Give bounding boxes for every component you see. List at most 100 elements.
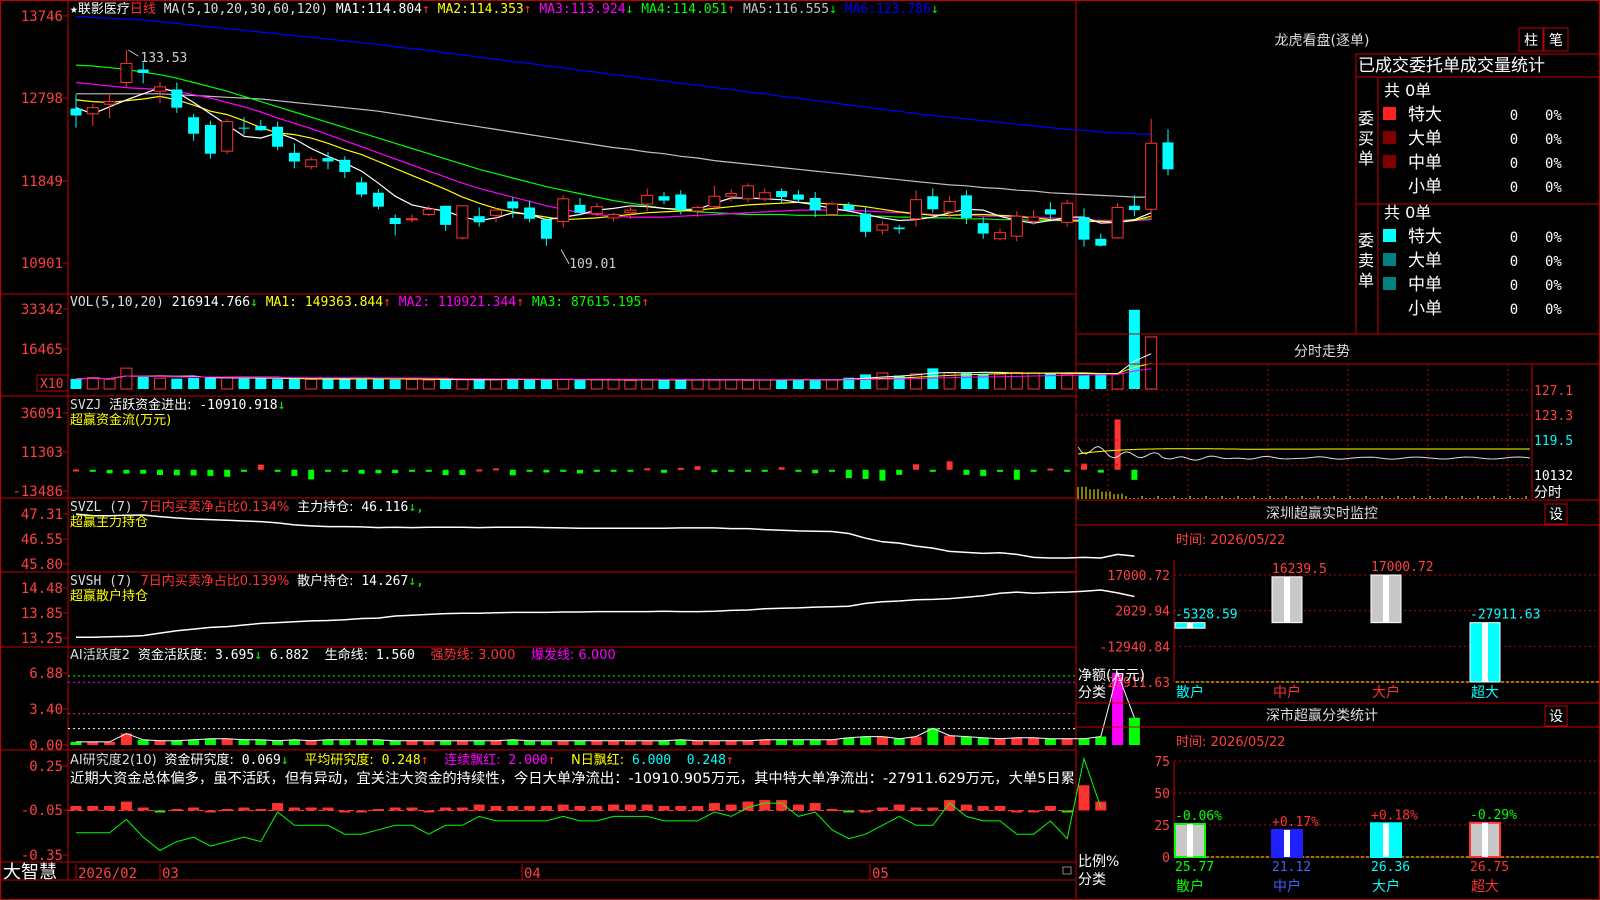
- mon-ylabel: 净额(万元): [1078, 668, 1145, 684]
- candle-body: [339, 159, 351, 172]
- order-count: 0: [1510, 108, 1518, 124]
- volume-bar: [1027, 372, 1040, 390]
- order-pct: 0%: [1545, 180, 1562, 196]
- ai-bar: [154, 740, 166, 745]
- mon-ytick: -12940.84: [1100, 640, 1171, 655]
- candle-body: [943, 200, 956, 213]
- svzj-bar: [694, 466, 701, 470]
- candle-body: [607, 213, 620, 219]
- svzj-bar: [459, 469, 466, 475]
- ai-bar: [322, 739, 334, 745]
- candle-body: [658, 196, 670, 201]
- ai-bar: [272, 740, 284, 745]
- volume-bar: [356, 377, 368, 389]
- ai-bar: [1044, 738, 1056, 745]
- candle-body: [843, 204, 855, 211]
- ma-line-ma5: [76, 93, 1152, 198]
- axis-tick-label: 11849: [21, 174, 63, 190]
- svzj-bar: [493, 468, 499, 471]
- svzl-header: SVZL (7) 7日内买卖净占比0.134% 主力持仓: 46.116↓,: [70, 499, 424, 515]
- svzj-bar: [627, 469, 634, 472]
- svzj-bar: [341, 469, 348, 472]
- svsh-ratio: 7日内买卖净占比0.139%: [140, 573, 289, 589]
- ma-label: MA1:: [336, 2, 367, 17]
- air-bar: [776, 800, 788, 811]
- lh-header: 已成交委托单成交量统计: [1358, 56, 1545, 76]
- vol-ma3: MA3: 87615.195: [532, 295, 642, 310]
- cls-settings-label: 设: [1549, 709, 1563, 725]
- ai-bar: [456, 740, 468, 745]
- svzj-bar: [409, 469, 415, 472]
- svzj-header: SVZJ 活跃资金进出: -10910.918↓: [70, 397, 285, 413]
- lock-icon[interactable]: [1062, 866, 1072, 875]
- candle-body: [322, 158, 334, 162]
- ai-bar: [557, 740, 569, 745]
- volume-bar: [339, 378, 351, 389]
- axis-tick-label: 6.88: [29, 666, 63, 682]
- volume-bar: [86, 377, 99, 390]
- ai-bar: [742, 740, 754, 745]
- svzj-bar: [711, 469, 718, 473]
- ma-label: MA6:: [845, 2, 876, 17]
- ai-title: AI活跃度2: [70, 647, 130, 663]
- ma-line-ma3: [75, 81, 1152, 222]
- axis-tick-label: 14.48: [21, 581, 63, 597]
- ai-bar: [372, 739, 384, 745]
- candle-body: [406, 218, 418, 221]
- vol-title: VOL(5,10,20): [70, 295, 164, 310]
- candle-body: [356, 182, 368, 195]
- chart-canvas: 13746 12798 11849 10901 133.53 109.01 ★联影医疗日线 …: [0, 0, 1600, 900]
- svzj-bar: [73, 469, 79, 472]
- svzj-bar: [963, 469, 970, 475]
- order-total: 共 0单: [1384, 203, 1431, 222]
- ma-value: 114.804: [367, 2, 422, 17]
- candle-body: [507, 201, 519, 209]
- red-arrow: ↑: [548, 753, 556, 768]
- axis-tick-label: -0.05: [21, 803, 63, 819]
- ft-avg-line: [1077, 448, 1530, 455]
- volume-bar: [221, 376, 234, 390]
- air-header: AI研究度2(10) 资金研究度: 0.069↓, 平均研究度: 0.248↑,…: [70, 752, 734, 768]
- volume-bar: [1078, 374, 1090, 389]
- ma-arrow: ↓: [829, 2, 837, 17]
- ft-title: 分时走势: [1294, 344, 1350, 360]
- mon-bar-highlight: [1284, 576, 1290, 623]
- svsh-arrow: ↓,: [408, 574, 424, 589]
- vol-ma1-arrow: ↑: [383, 295, 391, 310]
- air-bar: [893, 804, 905, 811]
- svsh-label: 散户持仓:: [297, 573, 353, 589]
- volume-bar: [641, 379, 654, 390]
- air-bar: [540, 806, 552, 811]
- axis-tick-label: 13.25: [21, 631, 63, 647]
- candle-body: [120, 62, 133, 84]
- svzj-bar: [761, 469, 768, 472]
- ai-bar: [389, 740, 401, 745]
- stock-name: 联影医疗: [78, 2, 130, 17]
- vol-ma1: MA1: 149363.844: [266, 295, 384, 310]
- ai-arrow: ↓: [254, 648, 262, 663]
- svzj-bar: [980, 469, 987, 476]
- volume-bar: [473, 379, 485, 389]
- svsh-line: [76, 589, 1135, 638]
- ai-line: [76, 671, 1135, 743]
- order-swatch: [1383, 107, 1396, 120]
- volume-bar: [1061, 373, 1074, 390]
- svzl-arrow: ↓,: [408, 500, 424, 515]
- candle-body: [1145, 142, 1158, 210]
- ai-bar: [977, 737, 989, 745]
- svzj-bar: [1064, 469, 1071, 472]
- svzj-bar: [845, 469, 852, 479]
- air-bar: [658, 806, 670, 811]
- volume-bar: [456, 379, 469, 390]
- svzl-line: [75, 513, 1135, 559]
- volume-bar: [792, 379, 804, 389]
- svzj-bar: [745, 469, 751, 472]
- side-label-char: 卖: [1358, 251, 1374, 270]
- volume-bar: [776, 379, 788, 389]
- mon-ytick: 17000.72: [1107, 569, 1170, 584]
- cls-bar-highlight: [1482, 822, 1488, 857]
- svzj-bar: [812, 469, 819, 474]
- cls-ytick: 50: [1154, 787, 1170, 802]
- candle-body: [238, 127, 250, 129]
- volume-bar: [154, 377, 166, 390]
